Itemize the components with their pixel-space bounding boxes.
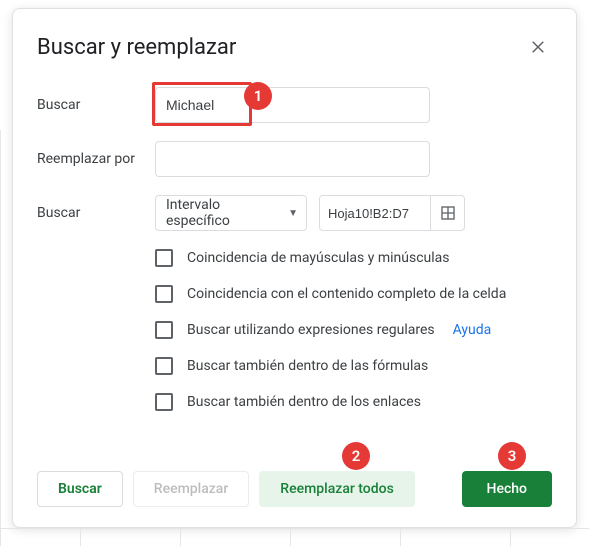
search-input[interactable] (155, 87, 430, 123)
replace-input[interactable] (155, 141, 430, 177)
spreadsheet-grid (0, 528, 589, 546)
regex-label: Buscar utilizando expresiones regulares (187, 322, 435, 338)
dialog-title: Buscar y reemplazar (37, 35, 236, 60)
regex-checkbox[interactable] (155, 321, 173, 339)
close-icon (529, 38, 547, 56)
replace-button: Reemplazar (133, 471, 250, 507)
search-button[interactable]: Buscar (37, 471, 123, 507)
done-button[interactable]: Hecho (462, 471, 552, 507)
annotation-badge-1: 1 (244, 82, 272, 110)
chevron-down-icon: ▼ (288, 208, 298, 219)
range-input[interactable] (320, 196, 430, 230)
annotation-badge-3: 3 (498, 442, 526, 470)
regex-help-link[interactable]: Ayuda (453, 322, 492, 338)
range-picker-button[interactable] (430, 196, 464, 230)
entire-cell-checkbox[interactable] (155, 285, 173, 303)
find-replace-dialog: Buscar y reemplazar Buscar Reemplazar po… (12, 8, 577, 528)
search-label: Buscar (37, 97, 143, 113)
scope-dropdown[interactable]: Intervalo específico ▼ (155, 195, 307, 231)
scope-label: Buscar (37, 205, 143, 221)
annotation-badge-2: 2 (342, 442, 370, 470)
scope-dropdown-value: Intervalo específico (166, 197, 282, 229)
grid-icon (440, 205, 456, 221)
formulas-label: Buscar también dentro de las fórmulas (187, 358, 428, 374)
replace-all-button[interactable]: Reemplazar todos (259, 471, 415, 507)
match-case-checkbox[interactable] (155, 249, 173, 267)
links-checkbox[interactable] (155, 393, 173, 411)
replace-label: Reemplazar por (37, 151, 143, 167)
match-case-label: Coincidencia de mayúsculas y minúsculas (187, 250, 450, 266)
entire-cell-label: Coincidencia con el contenido completo d… (187, 286, 506, 302)
links-label: Buscar también dentro de los enlaces (187, 394, 421, 410)
close-button[interactable] (524, 33, 552, 61)
formulas-checkbox[interactable] (155, 357, 173, 375)
